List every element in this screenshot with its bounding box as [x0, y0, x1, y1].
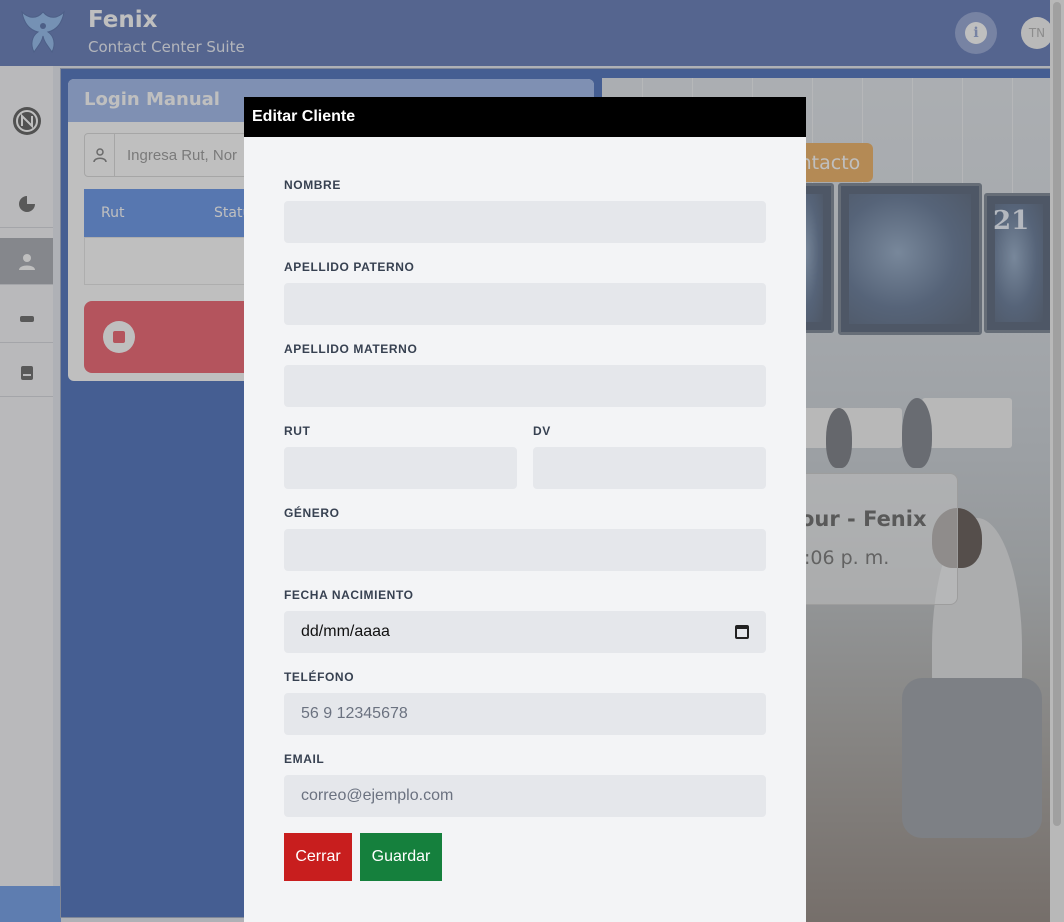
email-label: EMAIL [284, 752, 325, 766]
telefono-label: TELÉFONO [284, 670, 355, 684]
genero-label: GÉNERO [284, 506, 340, 520]
edit-client-modal: Editar Cliente NOMBRE APELLIDO PATERNO A… [244, 97, 806, 922]
date-value: dd/mm/aaaa [301, 623, 390, 640]
apellido-paterno-input[interactable] [284, 283, 766, 325]
email-input[interactable] [284, 775, 766, 817]
telefono-input[interactable] [284, 693, 766, 735]
dv-input[interactable] [533, 447, 766, 489]
modal-title: Editar Cliente [244, 97, 806, 137]
dv-label: DV [533, 424, 551, 438]
save-button[interactable]: Guardar [360, 833, 442, 881]
nombre-label: NOMBRE [284, 178, 341, 192]
close-button[interactable]: Cerrar [284, 833, 352, 881]
rut-label: RUT [284, 424, 311, 438]
fecha-nacimiento-input[interactable]: dd/mm/aaaa [284, 611, 766, 653]
fecha-nacimiento-label: FECHA NACIMIENTO [284, 588, 414, 602]
apellido-materno-input[interactable] [284, 365, 766, 407]
rut-input[interactable] [284, 447, 517, 489]
apellido-materno-label: APELLIDO MATERNO [284, 342, 418, 356]
nombre-input[interactable] [284, 201, 766, 243]
apellido-paterno-label: APELLIDO PATERNO [284, 260, 415, 274]
genero-input[interactable] [284, 529, 766, 571]
calendar-icon[interactable] [735, 625, 749, 639]
